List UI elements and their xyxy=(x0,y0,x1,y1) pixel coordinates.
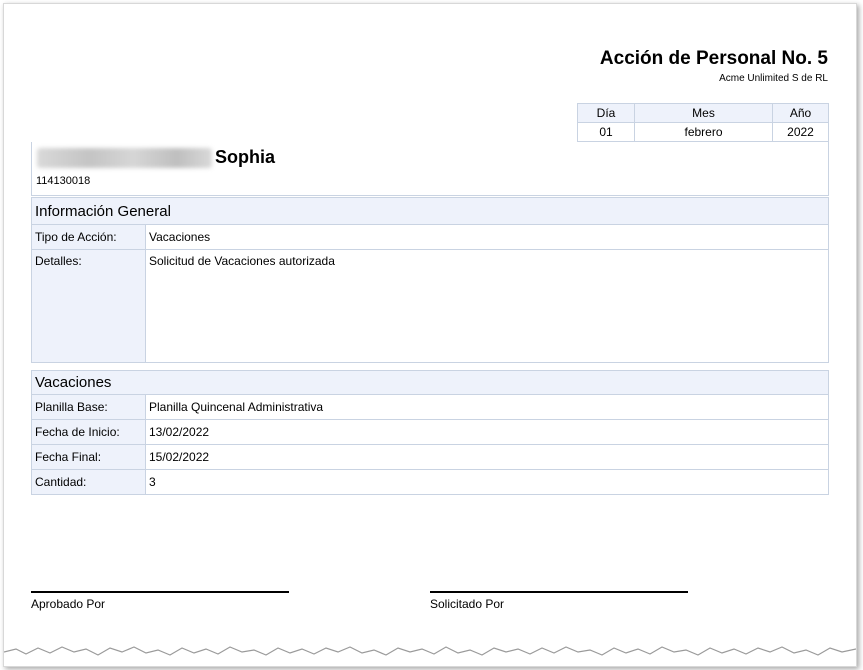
requested-signature-line xyxy=(430,591,688,593)
day-header: Día xyxy=(577,103,635,123)
quantity-value: 3 xyxy=(145,469,829,495)
table-row: Tipo de Acción: Vacaciones xyxy=(31,225,829,250)
employee-name: Sophia xyxy=(215,147,276,167)
day-value: 01 xyxy=(577,122,635,142)
base-payroll-label: Planilla Base: xyxy=(31,395,146,420)
month-value: febrero xyxy=(634,122,773,142)
table-row: Detalles: Solicitud de Vacaciones autori… xyxy=(31,249,829,363)
general-info-heading: Información General xyxy=(31,197,829,225)
start-date-value: 13/02/2022 xyxy=(145,419,829,445)
table-row: Planilla Base: Planilla Quincenal Admini… xyxy=(31,395,829,420)
year-value: 2022 xyxy=(772,122,829,142)
approved-by-label: Aprobado Por xyxy=(31,597,106,611)
quantity-label: Cantidad: xyxy=(31,469,146,495)
document-page: Acción de Personal No. 5 Acme Unlimited … xyxy=(3,3,857,667)
torn-edge xyxy=(4,646,856,666)
year-header: Año xyxy=(772,103,829,123)
employee-box: Sophia 114130018 xyxy=(31,142,829,196)
date-header-row: Día Mes Año xyxy=(577,103,829,123)
vacaciones-heading: Vacaciones xyxy=(31,370,829,395)
end-date-value: 15/02/2022 xyxy=(145,444,829,470)
redacted-surname xyxy=(37,148,212,168)
date-table: Día Mes Año 01 febrero 2022 xyxy=(577,103,829,142)
document-title: Acción de Personal No. 5 xyxy=(599,48,828,69)
start-date-label: Fecha de Inicio: xyxy=(31,419,146,445)
date-value-row: 01 febrero 2022 xyxy=(577,122,829,142)
table-row: Fecha Final: 15/02/2022 xyxy=(31,444,829,470)
month-header: Mes xyxy=(634,103,773,123)
base-payroll-value: Planilla Quincenal Administrativa xyxy=(145,395,829,420)
table-row: Fecha de Inicio: 13/02/2022 xyxy=(31,419,829,445)
action-type-value: Vacaciones xyxy=(145,225,829,250)
employee-id: 114130018 xyxy=(36,175,91,187)
details-label: Detalles: xyxy=(31,249,146,363)
general-info-table: Tipo de Acción: Vacaciones Detalles: Sol… xyxy=(31,225,829,363)
action-type-label: Tipo de Acción: xyxy=(31,225,146,250)
table-row: Cantidad: 3 xyxy=(31,469,829,495)
end-date-label: Fecha Final: xyxy=(31,444,146,470)
general-info-section: Información General Tipo de Acción: Vaca… xyxy=(31,197,829,363)
company-name: Acme Unlimited S de RL xyxy=(719,73,828,84)
vacaciones-section: Vacaciones Planilla Base: Planilla Quinc… xyxy=(31,370,829,495)
vacaciones-table: Planilla Base: Planilla Quincenal Admini… xyxy=(31,395,829,495)
details-value: Solicitud de Vacaciones autorizada xyxy=(145,249,829,363)
approved-signature-line xyxy=(31,591,289,593)
requested-by-label: Solicitado Por xyxy=(430,597,505,611)
